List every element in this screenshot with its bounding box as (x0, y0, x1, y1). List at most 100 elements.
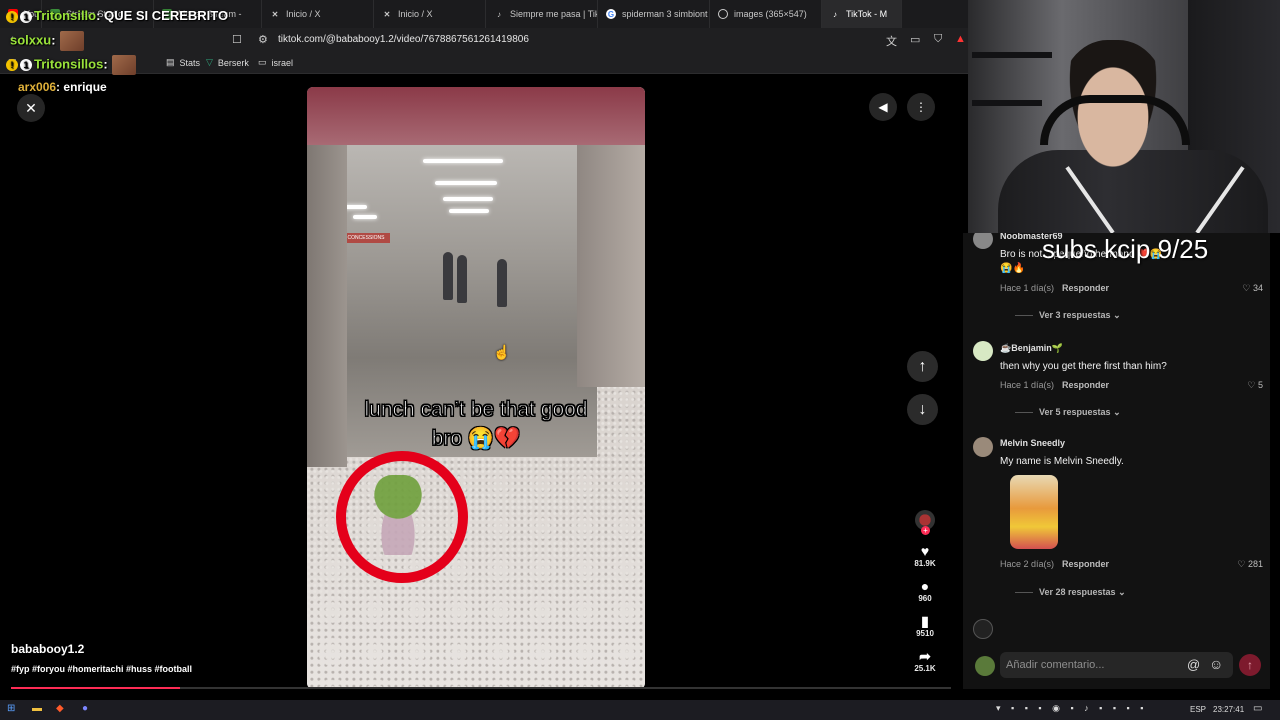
author-name[interactable]: bababooy1.2 (11, 642, 84, 656)
browser-tab[interactable]: ♪ Siempre me pasa | Tik (486, 0, 598, 28)
tab-label: spiderman 3 simbiont (622, 9, 708, 19)
speaker-icon: ◀ (878, 100, 888, 114)
bookmark-icon: ▮ (921, 613, 929, 629)
more-options-button[interactable]: ⋮ (907, 93, 935, 121)
url-field[interactable]: tiktok.com/@bababooy1.2/video/7678867561… (278, 34, 529, 45)
comment-icon: ● (920, 578, 930, 594)
avatar[interactable] (973, 233, 993, 249)
comment-text: then why you get there first than him? (1000, 361, 1167, 372)
comment-like-count: 281 (1247, 559, 1263, 569)
comment-time: Hace 2 día(s) (1000, 559, 1055, 569)
previous-video-button[interactable]: ↑ (907, 351, 938, 382)
site-settings-icon[interactable]: ⚙ (258, 33, 268, 46)
view-replies-button[interactable]: Ver 28 respuestas ⌄ (1015, 587, 1126, 598)
chat-message: enrique (63, 80, 107, 94)
cast-icon[interactable]: ▭ (910, 33, 920, 46)
comment-meta: Hace 1 día(s) Responder (1000, 380, 1109, 390)
shield-icon[interactable]: ⛉ (934, 33, 942, 46)
hand-cursor-icon: ☝ (493, 344, 511, 360)
comment-like-button[interactable]: ♡ 281 (1237, 559, 1263, 570)
comment-author[interactable]: Melvin Sneedly (1000, 438, 1065, 448)
reply-button[interactable]: Responder (1062, 283, 1109, 293)
browser-tab[interactable]: Gspiderman 3 simbiont (598, 0, 710, 28)
save-button[interactable]: ▮ 9510 (906, 613, 944, 638)
video-caption: lunch can’t be that good (364, 398, 588, 422)
browser-tab[interactable]: images (365×547) (710, 0, 822, 28)
berserk-icon: ▽ (206, 57, 213, 67)
browser-tab[interactable]: ✕ Inicio / X (374, 0, 486, 28)
discord-icon[interactable]: ● (82, 703, 88, 714)
sticker-image (1010, 475, 1058, 549)
tab-label: Inicio / X (398, 9, 433, 19)
view-replies-label: Ver 5 respuestas (1039, 407, 1111, 417)
comment-author[interactable]: ☕Benjamin🌱 (1000, 343, 1063, 354)
emoji-icon[interactable]: ☺ (1209, 656, 1223, 672)
video-ceiling (307, 87, 645, 145)
brave-browser-icon[interactable]: ◆ (56, 703, 64, 714)
share-button[interactable]: ➦ 25.1K (906, 648, 944, 673)
language-indicator[interactable]: ESP (1190, 705, 1206, 714)
bookmark-israel[interactable]: ▭ israel (258, 57, 293, 68)
bookmark-icon[interactable]: ☐ (232, 33, 242, 46)
comment-time: Hace 1 día(s) (1000, 380, 1055, 390)
sub-badge-icon: 1 (20, 10, 32, 23)
avatar[interactable] (973, 341, 993, 361)
notifications-icon[interactable]: ▭ (1253, 703, 1262, 714)
wall-shelf (972, 52, 1052, 58)
volume-button[interactable]: ◀ (869, 93, 897, 121)
browser-tab[interactable]: ✕ Inicio / X (262, 0, 374, 28)
next-video-button[interactable]: ↓ (907, 394, 938, 425)
mention-icon[interactable]: @ (1187, 657, 1200, 672)
video-player[interactable]: CONCESSIONS lunch can’t be that good bro… (307, 87, 645, 689)
comment-count: 960 (918, 594, 932, 603)
address-bar: ‹ ☐ ⚙ tiktok.com/@bababooy1.2/video/7678… (0, 28, 968, 52)
chat-username: solxxu (10, 32, 52, 48)
share-icon: ➦ (919, 648, 931, 664)
avatar[interactable] (973, 437, 993, 457)
globe-icon (718, 9, 728, 19)
bookmark-berserk[interactable]: ▽ Berserk (206, 57, 249, 68)
reply-button[interactable]: Responder (1062, 380, 1109, 390)
send-comment-button[interactable]: ↑ (1239, 654, 1261, 676)
file-explorer-icon[interactable]: ▬ (32, 703, 42, 714)
comment-button[interactable]: ● 960 (906, 578, 944, 603)
ceiling-light (443, 197, 493, 201)
emote-icon (111, 55, 136, 75)
start-icon[interactable]: ⊞ (7, 703, 15, 714)
avatar[interactable] (973, 619, 993, 639)
comment-like-count: 5 (1257, 380, 1263, 390)
tab-label: images (365×547) (734, 9, 807, 19)
video-progress-bar[interactable] (11, 687, 951, 689)
emote-icon (59, 31, 84, 51)
like-count: 81.9K (914, 559, 936, 568)
comment-time: Hace 1 día(s) (1000, 283, 1055, 293)
alert-icon[interactable]: ▲ (955, 33, 966, 45)
translate-icon[interactable]: 文 (886, 33, 897, 49)
ceiling-light (435, 181, 497, 185)
close-icon: ✕ (25, 99, 37, 116)
concessions-sign: CONCESSIONS (342, 233, 390, 243)
tray-icons[interactable]: ▾ ▪ ▪ ▪ ◉ ▪ ♪ ▪ ▪ ▪ ▪ (996, 703, 1147, 714)
comment-like-button[interactable]: ♡ 5 (1247, 380, 1263, 391)
comment-like-button[interactable]: ♡ 34 (1242, 283, 1263, 294)
hashtags[interactable]: #fyp #foryou #homeritachi #huss #footbal… (11, 664, 192, 674)
video-caption: bro 😭💔 (431, 427, 521, 451)
chat-message: QUE SI CEREBRITO (104, 8, 229, 23)
save-count: 9510 (916, 629, 934, 638)
like-button[interactable]: ♥ 81.9K (906, 543, 944, 568)
view-replies-button[interactable]: Ver 5 respuestas ⌄ (1015, 407, 1121, 418)
progress-fill (11, 687, 181, 689)
bookmark-stats[interactable]: ▤ Stats (166, 57, 200, 68)
google-icon: G (606, 9, 616, 19)
person (497, 259, 507, 307)
clock[interactable]: 23:27:41 (1213, 705, 1244, 714)
bookmark-label: israel (271, 57, 294, 68)
follow-plus-icon[interactable]: + (921, 526, 930, 535)
view-replies-button[interactable]: Ver 3 respuestas ⌄ (1015, 310, 1121, 321)
folder-icon: ▭ (258, 57, 267, 67)
reply-button[interactable]: Responder (1062, 559, 1109, 569)
close-button[interactable]: ✕ (17, 94, 45, 122)
browser-tab-active[interactable]: ♪ TikTok - M (822, 0, 902, 28)
red-circle-highlight (336, 451, 468, 583)
view-replies-label: Ver 3 respuestas (1039, 310, 1111, 320)
